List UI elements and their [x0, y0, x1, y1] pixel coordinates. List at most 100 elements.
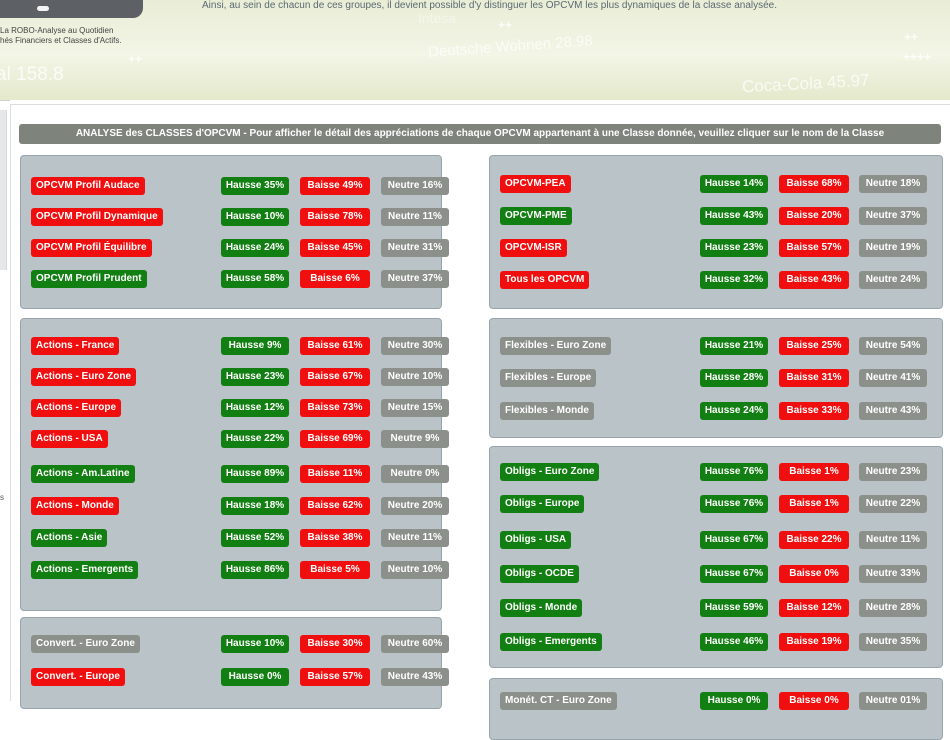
class-row: Obligs - Emergents Hausse 46% Baisse 19% Ne… [500, 633, 932, 651]
logo[interactable] [0, 0, 143, 18]
class-name-link[interactable]: Obligs - Emergents [500, 633, 602, 651]
class-name-link[interactable]: Flexibles - Monde [500, 402, 594, 420]
class-name-link[interactable]: OPCVM-PME [500, 207, 572, 225]
intro-text: Ainsi, au sein de chacun de ces groupes,… [202, 0, 778, 11]
class-name-link[interactable]: Actions - USA [31, 430, 108, 448]
class-name-link[interactable]: Actions - Am.Latine [31, 465, 135, 483]
class-name-link[interactable]: Actions - Emergents [31, 561, 139, 579]
hausse-badge: Hausse 14% [700, 175, 768, 193]
divider [0, 100, 10, 101]
tagline: La ROBO-Analyse au Quotidien hés Financi… [0, 26, 122, 45]
neutre-badge: Neutre 11% [859, 531, 927, 549]
class-name-link[interactable]: OPCVM Profil Équilibre [31, 239, 152, 257]
class-name-link[interactable]: Obligs - Europe [500, 495, 585, 513]
plus-icon: ++ [904, 30, 919, 44]
class-name-link[interactable]: Monét. CT - Euro Zone [500, 692, 617, 710]
hausse-badge: Hausse 10% [221, 635, 289, 653]
class-row: OPCVM Profil Prudent Hausse 58% Baisse 6% N… [31, 270, 449, 288]
class-name-link[interactable]: OPCVM Profil Prudent [31, 270, 147, 288]
hausse-badge: Hausse 10% [221, 208, 289, 226]
neutre-badge: Neutre 41% [859, 369, 927, 387]
class-name-link[interactable]: OPCVM-PEA [500, 175, 571, 193]
class-name-link[interactable]: Flexibles - Europe [500, 369, 597, 387]
baisse-badge: Baisse 62% [300, 497, 370, 515]
hausse-badge: Hausse 24% [221, 239, 289, 257]
neutre-badge: Neutre 0% [381, 465, 449, 483]
class-row: Obligs - Euro Zone Hausse 76% Baisse 1% Neu… [500, 463, 932, 481]
class-name-link[interactable]: Actions - Monde [31, 497, 119, 515]
class-name-link[interactable]: Actions - Europe [31, 399, 122, 417]
hausse-badge: Hausse 58% [221, 270, 289, 288]
class-name-link[interactable]: Flexibles - Euro Zone [500, 337, 612, 355]
hausse-badge: Hausse 24% [700, 402, 768, 420]
neutre-badge: Neutre 28% [859, 599, 927, 617]
class-name-link[interactable]: Actions - France [31, 337, 120, 355]
hausse-badge: Hausse 43% [700, 207, 768, 225]
ticker-text: Intesa [418, 10, 457, 26]
hausse-badge: Hausse 76% [700, 495, 768, 513]
class-row: Actions - Monde Hausse 18% Baisse 62% Neutr… [31, 497, 449, 515]
hausse-badge: Hausse 86% [221, 561, 289, 579]
baisse-badge: Baisse 33% [779, 402, 849, 420]
neutre-badge: Neutre 10% [381, 561, 449, 579]
class-row: Convert. - Euro Zone Hausse 10% Baisse 30%… [31, 635, 449, 653]
baisse-badge: Baisse 45% [300, 239, 370, 257]
class-name-link[interactable]: Obligs - USA [500, 531, 572, 549]
class-panel: Flexibles - Euro Zone Hausse 21% Baisse 25… [489, 318, 943, 438]
class-row: Flexibles - Europe Hausse 28% Baisse 31% Ne… [500, 369, 932, 387]
neutre-badge: Neutre 43% [859, 402, 927, 420]
class-row: Obligs - Monde Hausse 59% Baisse 12% Neutre… [500, 599, 932, 617]
class-name-link[interactable]: Tous les OPCVM [500, 271, 590, 289]
class-row: Convert. - Europe Hausse 0% Baisse 57% Neut… [31, 668, 449, 686]
baisse-badge: Baisse 57% [779, 239, 849, 257]
baisse-badge: Baisse 69% [300, 430, 370, 448]
hausse-badge: Hausse 28% [700, 369, 768, 387]
neutre-badge: Neutre 60% [381, 635, 449, 653]
header-banner: Intesa al 158.8 Deutsche Wohnen 28.98 Co… [0, 0, 950, 100]
class-name-link[interactable]: Convert. - Europe [31, 668, 125, 686]
neutre-badge: Neutre 31% [381, 239, 449, 257]
neutre-badge: Neutre 15% [381, 399, 449, 417]
baisse-badge: Baisse 19% [779, 633, 849, 651]
neutre-badge: Neutre 01% [859, 692, 927, 710]
class-name-link[interactable]: Obligs - OCDE [500, 565, 579, 583]
ticker-text: Coca-Cola 45.97 [741, 70, 870, 97]
class-row: OPCVM Profil Audace Hausse 35% Baisse 49% N… [31, 177, 449, 195]
class-name-link[interactable]: OPCVM Profil Audace [31, 177, 145, 195]
sidebar-scroll-strip[interactable] [0, 110, 7, 270]
neutre-badge: Neutre 10% [381, 368, 449, 386]
hausse-badge: Hausse 12% [221, 399, 289, 417]
baisse-badge: Baisse 0% [779, 692, 849, 710]
section-title: ANALYSE des CLASSES d'OPCVM - Pour affic… [19, 124, 941, 144]
neutre-badge: Neutre 22% [859, 495, 927, 513]
neutre-badge: Neutre 20% [381, 497, 449, 515]
class-row: Monét. CT - Euro Zone Hausse 0% Baisse 0% N… [500, 692, 932, 710]
class-name-link[interactable]: OPCVM Profil Dynamique [31, 208, 163, 226]
neutre-badge: Neutre 33% [859, 565, 927, 583]
class-name-link[interactable]: Obligs - Monde [500, 599, 583, 617]
hausse-badge: Hausse 22% [221, 430, 289, 448]
hausse-badge: Hausse 9% [221, 337, 289, 355]
class-name-link[interactable]: OPCVM-ISR [500, 239, 567, 257]
baisse-badge: Baisse 12% [779, 599, 849, 617]
class-name-link[interactable]: Obligs - Euro Zone [500, 463, 600, 481]
hausse-badge: Hausse 52% [221, 529, 289, 547]
baisse-badge: Baisse 67% [300, 368, 370, 386]
baisse-badge: Baisse 0% [779, 565, 849, 583]
baisse-badge: Baisse 5% [300, 561, 370, 579]
neutre-badge: Neutre 23% [859, 463, 927, 481]
baisse-badge: Baisse 57% [300, 668, 370, 686]
neutre-badge: Neutre 24% [859, 271, 927, 289]
baisse-badge: Baisse 73% [300, 399, 370, 417]
class-row: Obligs - USA Hausse 67% Baisse 22% Neutre 1… [500, 531, 932, 549]
hausse-badge: Hausse 46% [700, 633, 768, 651]
baisse-badge: Baisse 31% [779, 369, 849, 387]
class-row: Actions - Emergents Hausse 86% Baisse 5% Ne… [31, 561, 449, 579]
class-name-link[interactable]: Actions - Asie [31, 529, 108, 547]
class-name-link[interactable]: Actions - Euro Zone [31, 368, 136, 386]
class-panel: Obligs - Euro Zone Hausse 76% Baisse 1% Neu… [489, 446, 943, 668]
class-row: Actions - Asie Hausse 52% Baisse 38% Neutre… [31, 529, 449, 547]
class-panel: OPCVM Profil Audace Hausse 35% Baisse 49% N… [20, 155, 449, 309]
class-row: Actions - Europe Hausse 12% Baisse 73% Neut… [31, 399, 449, 417]
class-name-link[interactable]: Convert. - Euro Zone [31, 635, 140, 653]
